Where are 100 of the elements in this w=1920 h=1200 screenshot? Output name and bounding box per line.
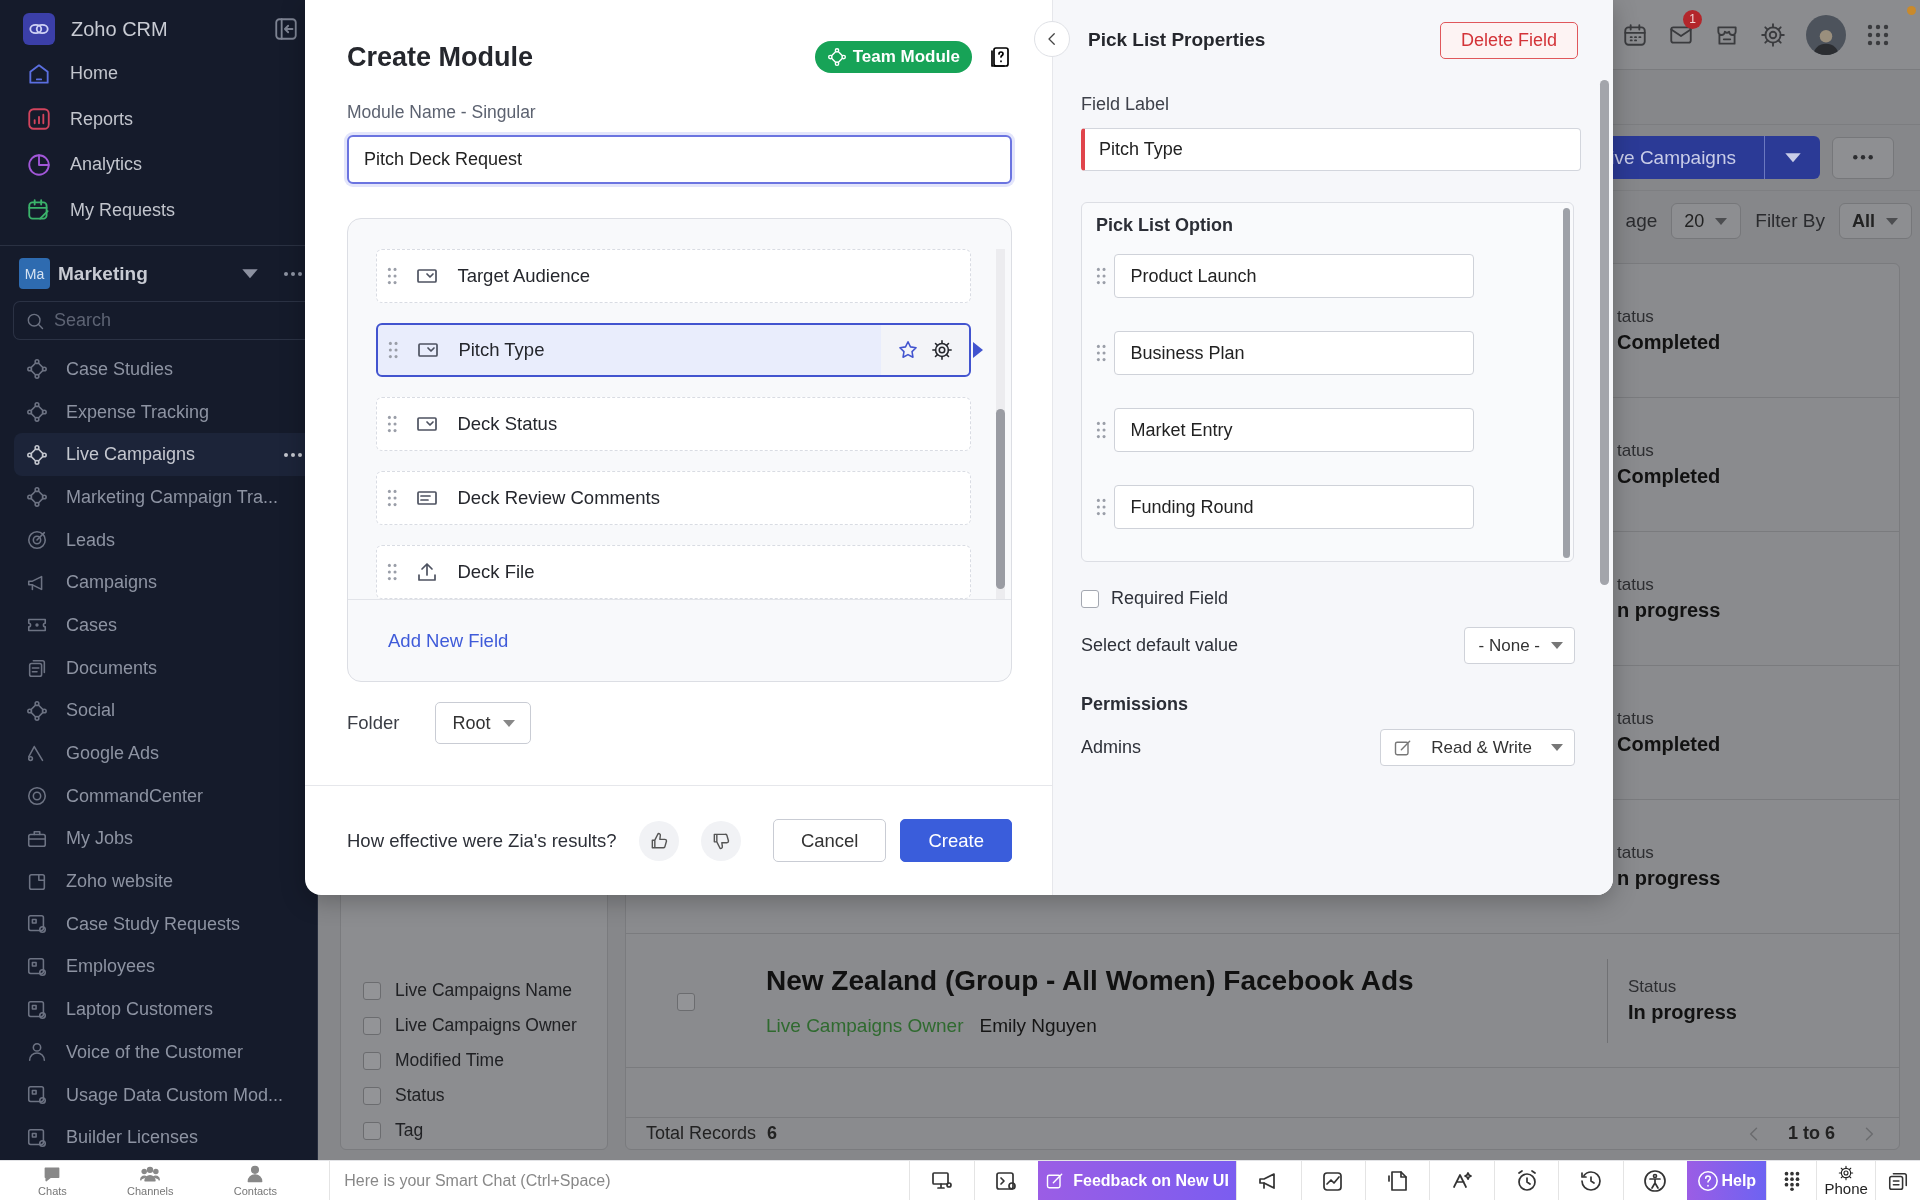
- create-button[interactable]: Create: [900, 819, 1012, 862]
- pie-chart-icon: [26, 151, 52, 178]
- add-field-link[interactable]: Add New Field: [388, 629, 509, 652]
- checkbox[interactable]: [363, 1087, 381, 1105]
- checkbox[interactable]: [363, 1017, 381, 1035]
- per-page-label: age: [1625, 210, 1658, 232]
- sidebar-item[interactable]: Home: [14, 51, 303, 97]
- sidebar-item[interactable]: Leads: [14, 518, 317, 562]
- status-value: Completed: [1617, 733, 1722, 756]
- field-item[interactable]: Target Audience: [376, 249, 971, 303]
- sidebar-item[interactable]: My Requests: [14, 187, 303, 233]
- drag-handle-icon[interactable]: [387, 267, 398, 285]
- checkbox[interactable]: [677, 992, 695, 1011]
- filter-field-label: Modified Time: [395, 1050, 504, 1071]
- filter-field-label: Status: [395, 1085, 445, 1106]
- drag-handle-icon[interactable]: [1096, 267, 1107, 285]
- option-input[interactable]: Market Entry: [1114, 408, 1475, 452]
- caret-down-icon[interactable]: [241, 267, 259, 280]
- sidebar-item[interactable]: Reports: [14, 96, 303, 142]
- notification-badge: 1: [1683, 9, 1702, 29]
- scrollbar[interactable]: [996, 249, 1005, 599]
- network-icon: [26, 699, 48, 722]
- status-label: tatus: [1617, 575, 1655, 595]
- field-item[interactable]: Deck File: [376, 545, 971, 599]
- sidebar-item[interactable]: Builder Licenses: [14, 1116, 317, 1160]
- collapse-sidebar-icon[interactable]: [273, 16, 299, 42]
- sidebar-item[interactable]: Voice of the Customer: [14, 1031, 317, 1074]
- sidebar-item[interactable]: My Jobs: [14, 817, 317, 861]
- sidebar-item[interactable]: Documents: [14, 646, 317, 690]
- calendar-icon[interactable]: [1622, 21, 1648, 48]
- drag-handle-icon[interactable]: [1096, 421, 1107, 439]
- sidebar-item[interactable]: Campaigns: [14, 561, 317, 605]
- collapse-button[interactable]: [1034, 21, 1070, 57]
- drag-handle-icon[interactable]: [387, 415, 398, 434]
- accessibility-icon[interactable]: [1643, 1168, 1668, 1193]
- filter-label: Filter By: [1755, 210, 1825, 232]
- apps-grid-icon[interactable]: [1866, 22, 1890, 47]
- record-title[interactable]: New Zealand (Group - All Women) Facebook Ads: [766, 964, 1607, 997]
- module-name-input[interactable]: Pitch Deck Request: [347, 135, 1012, 184]
- bottom-tab[interactable]: Contacts: [233, 1161, 278, 1200]
- sidebar-item[interactable]: Zoho website: [14, 860, 317, 903]
- tablet-icon[interactable]: [1385, 1168, 1410, 1193]
- feedback-button[interactable]: Feedback on New UI: [1037, 1161, 1237, 1200]
- more-icon[interactable]: [283, 270, 303, 277]
- scrollbar[interactable]: [1563, 208, 1570, 558]
- sidebar-item[interactable]: Analytics: [14, 142, 303, 188]
- dialog-title: Create Module: [347, 41, 535, 73]
- card-gear-icon: [26, 998, 48, 1021]
- team-badge: Ma: [19, 258, 50, 289]
- drag-handle-icon[interactable]: [1096, 344, 1107, 362]
- checkbox[interactable]: [363, 1122, 381, 1140]
- option-input[interactable]: Funding Round: [1114, 485, 1475, 529]
- drag-handle-icon[interactable]: [388, 341, 399, 359]
- option-input[interactable]: Business Plan: [1114, 331, 1475, 375]
- sidebar-item[interactable]: Case Studies: [14, 348, 317, 391]
- search-icon: [25, 311, 45, 331]
- sidebar-item[interactable]: Google Ads: [14, 732, 317, 775]
- scrollbar[interactable]: [1600, 80, 1609, 585]
- sidebar-item[interactable]: Usage Data Custom Mod...: [14, 1073, 317, 1117]
- per-page-select[interactable]: 20: [1671, 203, 1742, 239]
- filter-select[interactable]: All: [1839, 203, 1912, 239]
- sidebar-item[interactable]: Case Study Requests: [14, 902, 317, 946]
- help-button[interactable]: Help: [1687, 1161, 1767, 1200]
- field-item[interactable]: Deck Status: [376, 397, 971, 452]
- access-select[interactable]: Read & Write: [1380, 729, 1575, 766]
- team-module-badge: Team Module: [814, 41, 972, 73]
- field-item[interactable]: Deck Review Comments: [376, 471, 971, 525]
- drag-handle-icon[interactable]: [387, 563, 398, 581]
- sidebar-item[interactable]: Cases: [14, 604, 317, 647]
- checkbox[interactable]: [363, 1052, 381, 1070]
- sidebar-item[interactable]: Marketing Campaign Tra...: [14, 476, 317, 519]
- feedback-question: How effective were Zia's results?: [347, 829, 617, 852]
- drag-handle-icon[interactable]: [387, 489, 398, 508]
- card-gear-icon: [26, 1126, 48, 1149]
- field-label-input[interactable]: Pitch Type: [1081, 128, 1581, 171]
- app-logo: [23, 13, 55, 45]
- help-book-icon[interactable]: [988, 45, 1012, 69]
- folder-select[interactable]: Root: [435, 702, 532, 744]
- settings-icon[interactable]: [931, 339, 953, 361]
- option-input[interactable]: Product Launch: [1114, 254, 1475, 298]
- bottom-tab[interactable]: Chats: [38, 1161, 67, 1200]
- history-icon[interactable]: [1579, 1168, 1603, 1193]
- bottom-tab[interactable]: Channels: [127, 1161, 174, 1200]
- sidebar-item[interactable]: Laptop Customers: [14, 988, 317, 1031]
- team-name[interactable]: Marketing: [58, 262, 233, 285]
- panel-title: Pick List Properties: [1088, 29, 1266, 51]
- star-icon[interactable]: [897, 339, 919, 361]
- settings-icon: [1838, 1165, 1855, 1181]
- sidebar-item[interactable]: Employees: [14, 945, 317, 989]
- default-value-select[interactable]: - None -: [1463, 627, 1575, 664]
- drag-handle-icon[interactable]: [1096, 498, 1107, 516]
- cancel-button[interactable]: Cancel: [772, 819, 887, 862]
- more-icon[interactable]: [283, 451, 303, 458]
- phone-button[interactable]: Phone: [1815, 1161, 1876, 1200]
- sidebar-item[interactable]: Social: [14, 689, 317, 733]
- checkbox[interactable]: [1081, 589, 1099, 608]
- delete-field-button[interactable]: Delete Field: [1439, 21, 1578, 59]
- sidebar-item[interactable]: CommandCenter: [14, 774, 317, 818]
- avatar[interactable]: [1806, 14, 1846, 55]
- checkbox[interactable]: [363, 982, 381, 1000]
